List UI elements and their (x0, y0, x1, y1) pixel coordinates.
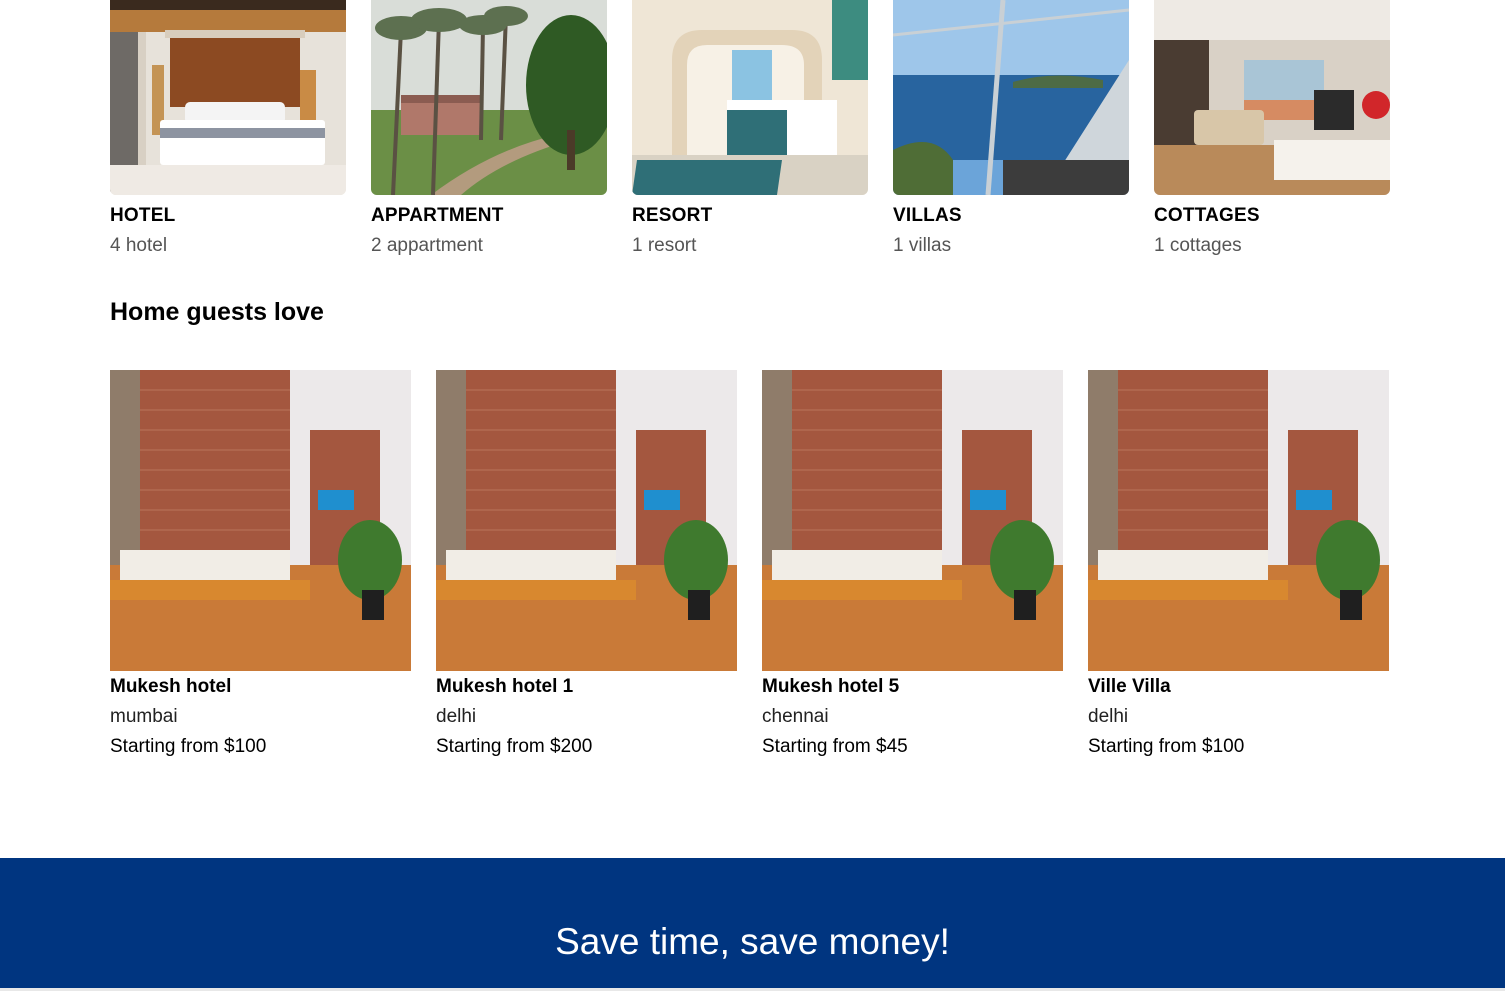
home-city: delhi (436, 706, 477, 727)
property-types-list: HOTEL 4 hotel APPARTMENT 2 appartment RE… (110, 0, 1390, 257)
hotel-image[interactable] (110, 0, 346, 195)
property-type-count: 1 cottages (1154, 235, 1242, 256)
property-type-count: 1 villas (893, 235, 952, 256)
property-type-title: HOTEL (110, 205, 176, 226)
property-type-title: COTTAGES (1154, 205, 1260, 226)
home-city: mumbai (110, 706, 178, 727)
home-name[interactable]: Mukesh hotel 5 (762, 676, 1063, 698)
home-guests-love-title: Home guests love (110, 298, 324, 326)
property-type-title: VILLAS (893, 205, 962, 226)
home-price: Starting from $200 (436, 736, 593, 757)
home-city: chennai (762, 706, 829, 727)
home-image[interactable] (110, 370, 411, 671)
resort-image[interactable] (632, 0, 868, 195)
property-type-card-appartment[interactable]: APPARTMENT 2 appartment (371, 0, 607, 257)
home-guests-love-list: Mukesh hotel mumbai Starting from $100 M… (110, 370, 1389, 758)
villas-image[interactable] (893, 0, 1129, 195)
home-price: Starting from $45 (762, 736, 908, 757)
property-type-card-resort[interactable]: RESORT 1 resort (632, 0, 868, 257)
page: HOTEL 4 hotel APPARTMENT 2 appartment RE… (0, 0, 1505, 991)
home-image[interactable] (436, 370, 737, 671)
home-image[interactable] (762, 370, 1063, 671)
home-card[interactable]: Mukesh hotel mumbai Starting from $100 (110, 370, 411, 758)
home-name[interactable]: Ville Villa (1088, 676, 1389, 698)
property-type-count: 1 resort (632, 235, 697, 256)
property-type-title: RESORT (632, 205, 713, 226)
home-city: delhi (1088, 706, 1129, 727)
home-name[interactable]: Mukesh hotel 1 (436, 676, 737, 698)
home-image[interactable] (1088, 370, 1389, 671)
home-card[interactable]: Ville Villa delhi Starting from $100 (1088, 370, 1389, 758)
save-money-banner: Save time, save money! (0, 858, 1505, 991)
appartment-image[interactable] (371, 0, 607, 195)
banner-title: Save time, save money! (555, 921, 950, 962)
property-type-title: APPARTMENT (371, 205, 504, 226)
property-type-card-hotel[interactable]: HOTEL 4 hotel (110, 0, 346, 257)
home-card[interactable]: Mukesh hotel 1 delhi Starting from $200 (436, 370, 737, 758)
property-type-count: 2 appartment (371, 235, 483, 256)
home-name[interactable]: Mukesh hotel (110, 676, 411, 698)
home-price: Starting from $100 (1088, 736, 1245, 757)
property-type-card-cottages[interactable]: COTTAGES 1 cottages (1154, 0, 1390, 257)
property-type-card-villas[interactable]: VILLAS 1 villas (893, 0, 1129, 257)
home-price: Starting from $100 (110, 736, 267, 757)
property-type-count: 4 hotel (110, 235, 168, 256)
home-card[interactable]: Mukesh hotel 5 chennai Starting from $45 (762, 370, 1063, 758)
cottages-image[interactable] (1154, 0, 1390, 195)
